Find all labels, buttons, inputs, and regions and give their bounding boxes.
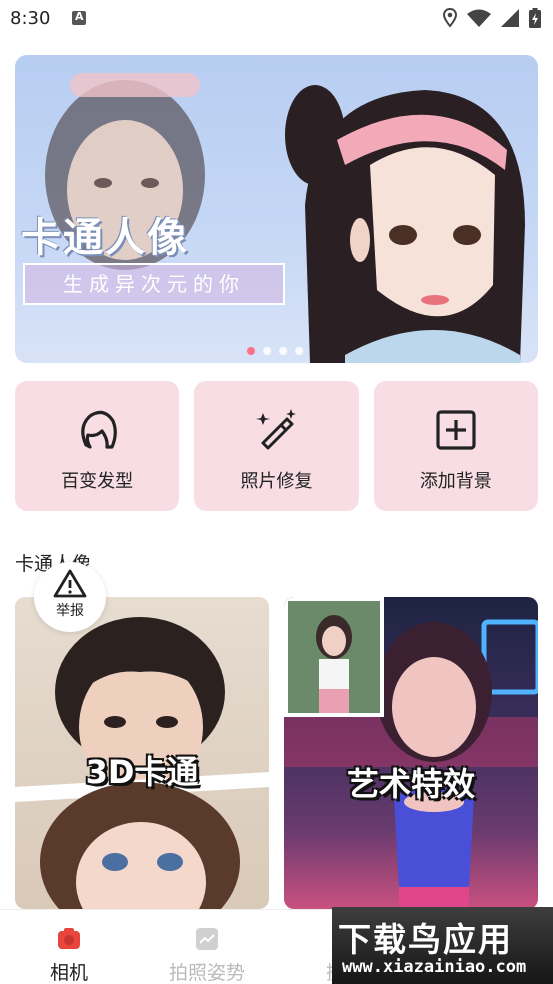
pager-dot[interactable] — [279, 347, 287, 355]
card-caption: 艺术特效 — [346, 765, 475, 803]
style-card-3d-cartoon[interactable]: 3D卡通 — [15, 597, 269, 909]
feature-add-background-button[interactable]: 添加背景 — [373, 381, 538, 511]
report-label: 举报 — [56, 603, 84, 619]
feature-grid: 百变发型 照片修复 添加背景 — [15, 381, 538, 511]
nav-tab-camera[interactable]: 相机 — [0, 910, 138, 984]
style-card-art-effect[interactable]: 艺术特效 — [284, 597, 538, 909]
status-bar: 8:30 — [0, 0, 553, 40]
nav-tab-poses[interactable]: 拍照姿势 — [138, 910, 276, 984]
promo-banner[interactable]: 卡通人像 生成异次元的你 — [15, 55, 538, 363]
feature-hairstyle-button[interactable]: 百变发型 — [15, 381, 180, 511]
site-watermark: 下载鸟应用 www.xiazainiao.com — [332, 907, 553, 984]
report-button[interactable]: 举报 — [34, 562, 106, 632]
signal-icon — [501, 9, 519, 27]
pose-image-icon — [196, 928, 218, 950]
magic-wand-icon — [256, 409, 297, 450]
status-icons — [443, 8, 541, 28]
feature-photo-repair-button[interactable]: 照片修复 — [194, 381, 359, 511]
watermark-title: 下载鸟应用 — [338, 920, 513, 959]
watermark-url: www.xiazainiao.com — [342, 957, 527, 977]
wifi-icon — [467, 9, 491, 27]
pager-dot[interactable] — [295, 347, 303, 355]
status-time: 8:30 — [10, 8, 51, 29]
nav-label: 相机 — [49, 962, 88, 984]
battery-charging-icon — [529, 8, 541, 28]
pager-dot-active[interactable] — [247, 347, 255, 355]
notification-a-icon — [72, 10, 86, 25]
card-art-image — [284, 597, 538, 909]
add-box-icon — [436, 410, 476, 450]
feature-label: 照片修复 — [240, 471, 313, 492]
banner-pager[interactable] — [247, 347, 303, 355]
pager-dot[interactable] — [263, 347, 271, 355]
location-icon — [443, 8, 457, 28]
banner-subtitle: 生成异次元的你 — [23, 263, 285, 305]
feature-label: 百变发型 — [61, 471, 134, 492]
banner-title: 卡通人像 — [21, 215, 189, 261]
warning-triangle-icon — [53, 569, 87, 598]
card-caption: 3D卡通 — [85, 753, 199, 791]
nav-label: 拍照姿势 — [168, 962, 245, 984]
hairstyle-icon — [81, 410, 118, 449]
camera-icon — [58, 928, 80, 949]
feature-label: 添加背景 — [419, 471, 492, 492]
